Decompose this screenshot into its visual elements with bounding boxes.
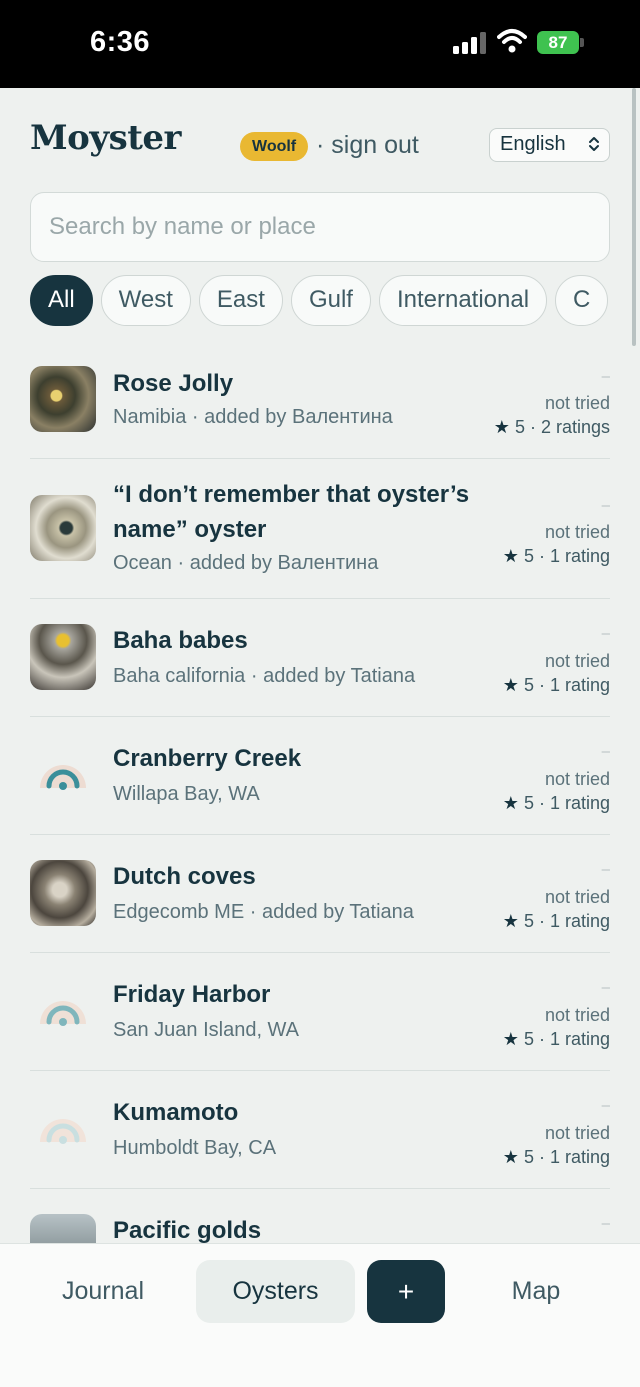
tried-status: not tried [544, 1005, 610, 1025]
filter-chip-more[interactable]: C [555, 275, 609, 326]
rating-text: 5 · 1 rating [523, 793, 610, 813]
filter-chip-all[interactable]: All [30, 275, 93, 326]
list-item[interactable]: Rose Jolly Namibia · added by Валентина … [30, 340, 610, 459]
tried-status: not tried [544, 651, 610, 671]
oyster-name: Friday Harbor [113, 981, 271, 1008]
list-item[interactable]: Friday Harbor San Juan Island, WA – not … [30, 953, 610, 1071]
filter-chip-east[interactable]: East [198, 275, 283, 326]
tried-status: not tried [544, 522, 610, 542]
star-icon: ★ [502, 675, 519, 695]
star-icon: ★ [493, 417, 510, 437]
status-time: 6:36 [90, 26, 151, 58]
tried-status: not tried [544, 1123, 610, 1143]
tried-status: not tried [544, 887, 610, 907]
battery-icon: 87 [537, 31, 579, 54]
rating: ★ 5 · 1 rating [503, 1147, 610, 1168]
oyster-origin: Edgecomb ME · added by Tatiana [113, 901, 414, 923]
oyster-name: Kumamoto [113, 1099, 239, 1126]
list-item[interactable]: Baha babes Baha california · added by Ta… [30, 599, 610, 717]
language-value: English [500, 133, 566, 155]
oyster-name: Cranberry Creek [113, 745, 302, 772]
tried-status: not tried [544, 393, 610, 413]
user-badge: Woolf [240, 132, 309, 161]
oyster-score: – [601, 743, 610, 760]
filter-chip-gulf[interactable]: Gulf [290, 275, 371, 326]
star-icon: ★ [502, 546, 519, 566]
list-item[interactable]: Kumamoto Humboldt Bay, CA – not tried ★ … [30, 1071, 610, 1189]
oyster-origin: Humboldt Bay, CA [113, 1137, 277, 1159]
signal-icon [453, 32, 486, 54]
filter-chip-international[interactable]: International [378, 275, 548, 326]
star-icon: ★ [502, 793, 519, 813]
list-item[interactable]: Cranberry Creek Willapa Bay, WA – not tr… [30, 717, 610, 835]
oyster-score: – [601, 1097, 610, 1114]
list-item[interactable]: “I don’t remember that oyster’s name” oy… [30, 459, 610, 599]
oyster-score: – [601, 497, 610, 514]
rating-text: 5 · 1 rating [523, 1029, 610, 1049]
oyster-name-line2: name” oyster [113, 516, 267, 543]
filter-chip-west[interactable]: West [100, 275, 191, 326]
oyster-score: – [601, 979, 610, 996]
oyster-photo [30, 860, 96, 926]
app-logo: Moyster [30, 118, 181, 158]
nav-oysters[interactable]: Oysters [196, 1260, 355, 1323]
rating: ★ 5 · 1 rating [503, 546, 610, 567]
language-select[interactable]: English [489, 128, 610, 162]
oyster-placeholder-icon [40, 1001, 86, 1026]
chevron-updown-icon [589, 137, 599, 151]
rating-text: 5 · 1 rating [523, 911, 610, 931]
rating-text: 5 · 1 rating [523, 1147, 610, 1167]
oyster-name: Baha babes [113, 627, 248, 654]
tried-status: not tried [544, 769, 610, 789]
oyster-score: – [601, 861, 610, 878]
oyster-placeholder-icon [40, 1119, 86, 1144]
oyster-photo [30, 495, 96, 561]
oyster-score: – [601, 625, 610, 642]
filter-chips: All West East Gulf International C [30, 275, 640, 327]
rating: ★ 5 · 1 rating [503, 911, 610, 932]
sign-out-link[interactable]: · sign out [316, 131, 419, 160]
oyster-photo [30, 366, 96, 432]
oyster-photo [30, 624, 96, 690]
rating: ★ 5 · 1 rating [503, 793, 610, 814]
oyster-origin: Baha california · added by Tatiana [113, 665, 416, 687]
wifi-icon [497, 29, 527, 53]
oyster-score: – [601, 368, 610, 385]
search-input[interactable]: Search by name or place [30, 192, 610, 262]
oyster-origin: San Juan Island, WA [113, 1019, 300, 1041]
rating-text: 5 · 1 rating [523, 675, 610, 695]
rating: ★ 5 · 1 rating [503, 1029, 610, 1050]
star-icon: ★ [502, 1147, 519, 1167]
nav-map[interactable]: Map [490, 1260, 582, 1323]
oyster-photo [30, 1214, 96, 1243]
oyster-origin: Willapa Bay, WA [113, 783, 260, 805]
rating: ★ 5 · 2 ratings [494, 417, 610, 438]
rating: ★ 5 · 1 rating [503, 675, 610, 696]
star-icon: ★ [502, 1029, 519, 1049]
rating-text: 5 · 1 rating [523, 546, 610, 566]
rating-text: 5 · 2 ratings [514, 417, 610, 437]
oyster-placeholder-icon [40, 765, 86, 790]
list-item[interactable]: Dutch coves Edgecomb ME · added by Tatia… [30, 835, 610, 953]
oyster-origin: Ocean · added by Валентина [113, 552, 379, 574]
status-bar: 6:36 87 [0, 0, 640, 88]
oyster-name: Dutch coves [113, 863, 256, 890]
battery-cap [580, 38, 584, 47]
oyster-name: “I don’t remember that oyster’s [113, 481, 470, 508]
oyster-name: Pacific golds [113, 1217, 262, 1243]
oyster-origin: Namibia · added by Валентина [113, 406, 393, 428]
add-oyster-button[interactable]: + [367, 1260, 445, 1323]
bottom-nav: Journal Oysters + Map [0, 1243, 640, 1387]
oyster-name: Rose Jolly [113, 370, 234, 397]
oyster-score: – [601, 1215, 610, 1232]
list-item[interactable]: Pacific golds – [30, 1189, 610, 1243]
oyster-list: Rose Jolly Namibia · added by Валентина … [30, 340, 610, 1243]
nav-journal[interactable]: Journal [48, 1260, 158, 1323]
star-icon: ★ [502, 911, 519, 931]
